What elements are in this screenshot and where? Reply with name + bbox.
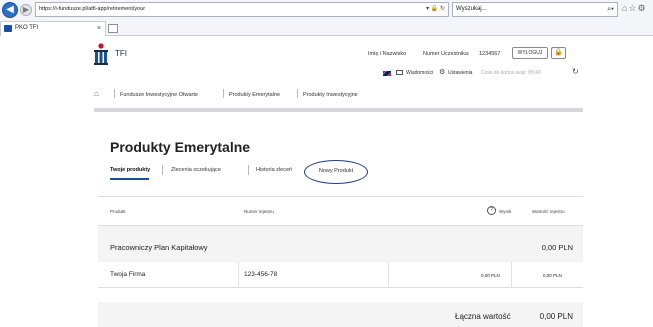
- breadcrumb-item-fio[interactable]: Fundusze Inwestycyjne Otwarte: [120, 92, 198, 98]
- back-arrow-icon[interactable]: ◀: [2, 2, 18, 18]
- address-bar[interactable]: https://i-fundusze.pl/atfi-app/retiremen…: [35, 2, 449, 17]
- column-product: Produkt: [110, 209, 126, 214]
- settings-link[interactable]: Ustawienia: [448, 70, 472, 76]
- tab-your-products[interactable]: Twoje produkty: [110, 167, 150, 173]
- tab-title: PKO TFI: [15, 25, 39, 31]
- browser-toolbar-icons[interactable]: ⌂☆⚙: [622, 3, 647, 14]
- search-placeholder: Wyszukaj...: [456, 6, 487, 12]
- english-flag-icon[interactable]: [383, 71, 391, 76]
- forward-arrow-icon[interactable]: ▶: [20, 4, 32, 16]
- column-value: Wartość rejestru: [532, 209, 565, 214]
- row-value: 0,00 PLN: [543, 273, 562, 278]
- total-value: 0,00 PLN: [539, 312, 573, 321]
- favicon-icon: [4, 25, 12, 32]
- pko-logo-icon: [94, 43, 108, 65]
- messages-link[interactable]: Wiadomości: [406, 70, 433, 76]
- column-result: Wynik: [499, 209, 512, 214]
- cell-separator: [238, 262, 239, 288]
- total-row: Łączna wartość 0,00 PLN: [98, 302, 583, 327]
- breadcrumb: ⌂ Fundusze Inwestycyjne Otwarte Produkty…: [94, 87, 583, 101]
- browser-chrome: ◀ ▶ https://i-fundusze.pl/atfi-app/retir…: [0, 0, 653, 36]
- active-tab-underline: [110, 178, 149, 180]
- breadcrumb-separator: [114, 89, 115, 98]
- breadcrumb-separator: [297, 89, 298, 98]
- cell-separator: [511, 262, 512, 288]
- gear-icon[interactable]: ⚙: [439, 68, 445, 76]
- close-tab-icon[interactable]: ×: [97, 22, 101, 35]
- row-result: 0,00 PLN: [481, 273, 500, 278]
- refresh-session-icon[interactable]: ↻: [572, 67, 579, 76]
- browser-search-input[interactable]: Wyszukaj... ⌕▾: [452, 2, 618, 17]
- logo-text: TFI: [115, 49, 127, 58]
- tab-order-history[interactable]: Historia zleceń: [256, 167, 292, 173]
- user-name: Imię i Nazwisko: [368, 51, 407, 57]
- group-value: 0,00 PLN: [541, 243, 573, 252]
- info-icon[interactable]: ?: [487, 206, 496, 215]
- row-product: Twoja Firma: [110, 271, 146, 278]
- session-timer: Czas do końca sesji: 09:43: [481, 70, 541, 76]
- breadcrumb-separator: [223, 89, 224, 98]
- mail-icon[interactable]: [396, 70, 403, 75]
- header-divider: [94, 108, 583, 112]
- address-url: https://i-fundusze.pl/atfi-app/retiremen…: [39, 6, 146, 12]
- tab-separator: [248, 165, 249, 175]
- breadcrumb-item-retirement[interactable]: Produkty Emerytalne: [229, 92, 280, 98]
- new-product-button[interactable]: Nowy Produkt: [304, 160, 368, 184]
- total-label: Łączna wartość: [455, 312, 511, 321]
- participant-label: Numer Uczestnika:: [423, 51, 470, 57]
- search-icon[interactable]: ⌕▾: [607, 3, 614, 16]
- new-tab-button[interactable]: [108, 24, 118, 33]
- browser-tab[interactable]: PKO TFI ×: [0, 21, 106, 36]
- tab-separator: [162, 165, 163, 175]
- column-register: Numer rejestru: [244, 209, 274, 214]
- home-icon[interactable]: ⌂: [94, 89, 99, 98]
- group-name: Pracowniczy Plan Kapitałowy: [110, 243, 208, 252]
- breadcrumb-item-investment[interactable]: Produkty Inwestycyjne: [303, 92, 358, 98]
- table-row[interactable]: Twoja Firma 123-456-78 0,00 PLN 0,00 PLN: [98, 262, 583, 288]
- tab-pending-orders[interactable]: Zlecenia oczekujące: [171, 167, 221, 173]
- product-group-row[interactable]: Pracowniczy Plan Kapitałowy 0,00 PLN: [98, 226, 583, 262]
- page-title: Produkty Emerytalne: [110, 139, 251, 155]
- cell-separator: [388, 262, 389, 288]
- address-tools-icon[interactable]: ▾ 🔒 ↻: [426, 3, 445, 16]
- logout-button[interactable]: WYLOGUJ: [512, 47, 548, 59]
- table-header: Produkt Numer rejestru ? Wynik Wartość r…: [98, 196, 583, 226]
- lock-icon[interactable]: 🔒: [551, 47, 566, 59]
- row-register: 123-456-78: [244, 271, 278, 278]
- page-content: TFI Imię i Nazwisko Numer Uczestnika: 12…: [94, 36, 583, 327]
- participant-number: 1234567: [479, 51, 501, 57]
